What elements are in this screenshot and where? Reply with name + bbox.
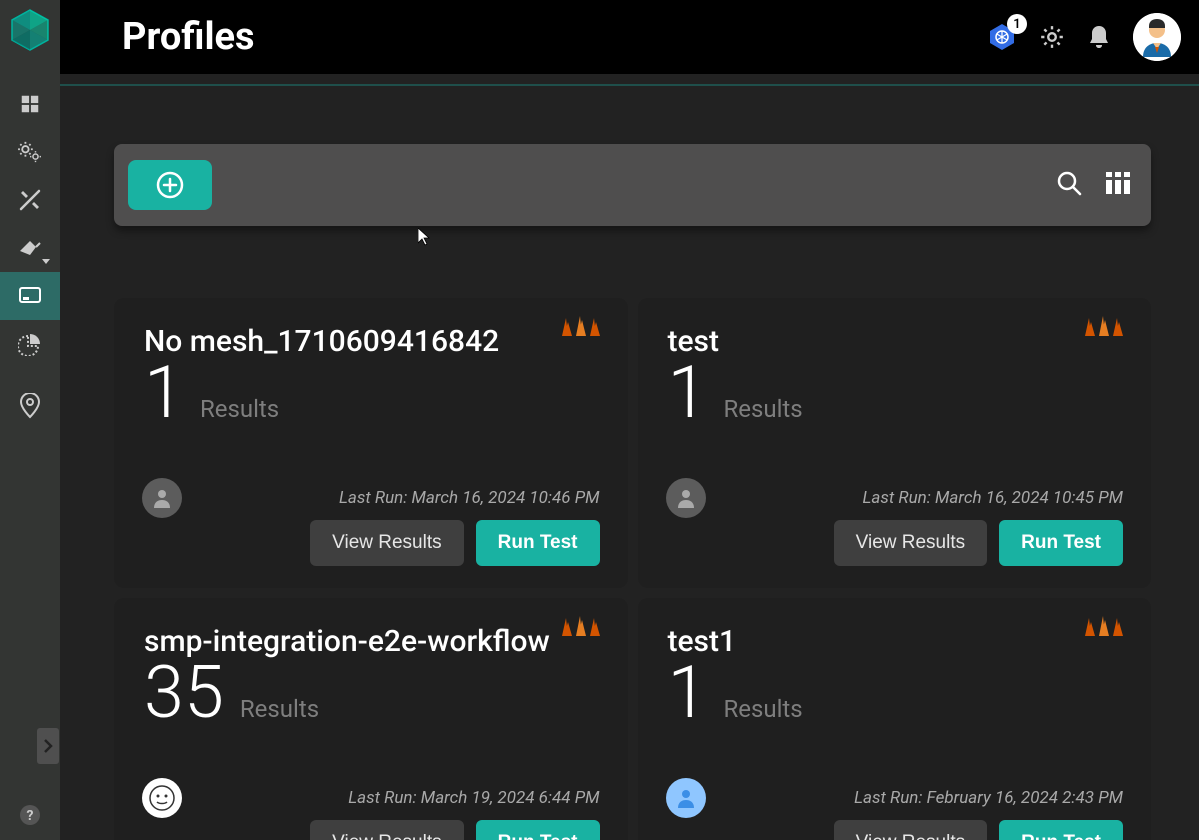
results-row: 1 Results <box>144 357 598 429</box>
sidebar-item-settings-multi[interactable] <box>0 128 60 176</box>
results-row: 1 Results <box>668 357 1122 429</box>
app-logo[interactable] <box>8 8 52 52</box>
sidebar-item-deploy[interactable] <box>0 224 60 272</box>
card-footer: Last Run: March 19, 2024 6:44 PM View Re… <box>142 788 600 840</box>
profile-owner-avatar <box>142 478 182 518</box>
profile-title: test1 <box>668 624 1122 659</box>
card-actions: View Results Run Test <box>666 520 1124 566</box>
profile-owner-avatar <box>666 478 706 518</box>
sidebar-item-performance[interactable] <box>0 320 60 368</box>
view-results-button[interactable]: View Results <box>310 820 463 840</box>
main-content: No mesh_1710609416842 1 Results Last Run… <box>60 86 1199 840</box>
sidebar-help-button[interactable]: ? <box>0 804 60 826</box>
sidebar-item-tools[interactable] <box>0 176 60 224</box>
run-test-button[interactable]: Run Test <box>476 820 600 840</box>
ship-icon <box>558 316 604 346</box>
columns-icon[interactable] <box>1105 171 1131 199</box>
results-label: Results <box>200 395 279 423</box>
view-results-button[interactable]: View Results <box>834 520 987 566</box>
sidebar-item-profiles[interactable] <box>0 272 60 320</box>
results-label: Results <box>240 695 319 723</box>
run-test-button[interactable]: Run Test <box>999 820 1123 840</box>
run-test-button[interactable]: Run Test <box>476 520 600 566</box>
header-actions: 1 <box>987 13 1181 61</box>
profiles-grid: No mesh_1710609416842 1 Results Last Run… <box>114 298 1151 840</box>
results-label: Results <box>723 695 802 723</box>
results-row: 1 Results <box>668 657 1122 729</box>
last-run-text: Last Run: March 16, 2024 10:46 PM <box>142 488 600 508</box>
profile-card: test 1 Results Last Run: March 16, 2024 … <box>638 298 1152 588</box>
kubernetes-icon[interactable]: 1 <box>987 22 1017 52</box>
results-count: 1 <box>144 357 184 429</box>
add-profile-button[interactable] <box>128 160 212 210</box>
results-label: Results <box>723 395 802 423</box>
results-count: 35 <box>144 657 224 729</box>
results-count: 1 <box>668 657 708 729</box>
card-actions: View Results Run Test <box>142 820 600 840</box>
profile-title: No mesh_1710609416842 <box>144 324 598 359</box>
svg-text:?: ? <box>27 808 34 824</box>
run-test-button[interactable]: Run Test <box>999 520 1123 566</box>
results-row: 35 Results <box>144 657 598 729</box>
sidebar-item-dashboard[interactable] <box>0 80 60 128</box>
user-avatar[interactable] <box>1133 13 1181 61</box>
settings-icon[interactable] <box>1039 24 1065 50</box>
card-footer: Last Run: February 16, 2024 2:43 PM View… <box>666 788 1124 840</box>
header: Profiles 1 <box>60 0 1199 74</box>
ship-icon <box>1081 616 1127 646</box>
kubernetes-badge: 1 <box>1007 14 1027 34</box>
results-count: 1 <box>668 357 708 429</box>
last-run-text: Last Run: March 16, 2024 10:45 PM <box>666 488 1124 508</box>
view-results-button[interactable]: View Results <box>834 820 987 840</box>
search-bar <box>114 144 1151 226</box>
profile-title: test <box>668 324 1122 359</box>
sidebar: ? <box>0 0 60 840</box>
card-actions: View Results Run Test <box>142 520 600 566</box>
profile-card: smp-integration-e2e-workflow 35 Results … <box>114 598 628 840</box>
sidebar-item-map[interactable] <box>0 382 60 430</box>
last-run-text: Last Run: March 19, 2024 6:44 PM <box>142 788 600 808</box>
ship-icon <box>1081 316 1127 346</box>
search-icon[interactable] <box>1055 169 1083 201</box>
last-run-text: Last Run: February 16, 2024 2:43 PM <box>666 788 1124 808</box>
notifications-icon[interactable] <box>1087 24 1111 50</box>
card-footer: Last Run: March 16, 2024 10:46 PM View R… <box>142 488 600 566</box>
page-title: Profiles <box>122 15 987 59</box>
sidebar-expand-toggle[interactable] <box>37 728 59 764</box>
card-actions: View Results Run Test <box>666 820 1124 840</box>
profile-card: test1 1 Results Last Run: February 16, 2… <box>638 598 1152 840</box>
card-footer: Last Run: March 16, 2024 10:45 PM View R… <box>666 488 1124 566</box>
profile-owner-avatar <box>666 778 706 818</box>
ship-icon <box>558 616 604 646</box>
view-results-button[interactable]: View Results <box>310 520 463 566</box>
profile-owner-avatar <box>142 778 182 818</box>
profile-card: No mesh_1710609416842 1 Results Last Run… <box>114 298 628 588</box>
